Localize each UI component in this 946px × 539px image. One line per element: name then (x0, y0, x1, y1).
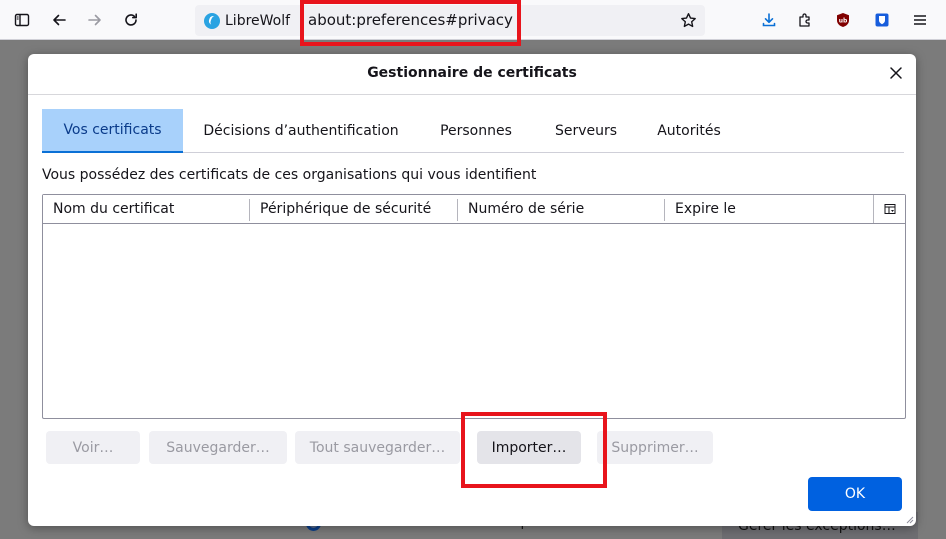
ublock-origin-icon[interactable]: ub (831, 8, 855, 32)
app-menu-icon[interactable] (908, 8, 932, 32)
dialog-title: Gestionnaire de certificats (367, 65, 577, 81)
back-arrow-icon[interactable] (47, 8, 71, 32)
identity-label: LibreWolf (225, 12, 291, 29)
downloads-icon[interactable] (757, 8, 781, 32)
tab-servers[interactable]: Serveurs (542, 109, 630, 153)
column-serial-number[interactable]: Numéro de série (458, 195, 665, 223)
column-picker-button[interactable] (873, 195, 905, 223)
tab-strip: Vos certificats Décisions d’authentifica… (42, 109, 904, 153)
column-certificate-name[interactable]: Nom du certificat (43, 195, 249, 223)
title-divider (28, 94, 916, 95)
forward-arrow-icon[interactable] (83, 8, 107, 32)
tab-people[interactable]: Personnes (426, 109, 526, 153)
certificates-description: Vous possédez des certificats de ces org… (42, 167, 537, 183)
svg-text:ub: ub (839, 18, 848, 25)
certificates-table[interactable]: Nom du certificat Périphérique de sécuri… (42, 194, 906, 419)
tab-your-certificates[interactable]: Vos certificats (42, 109, 183, 153)
delete-button[interactable]: Supprimer… (597, 431, 713, 464)
url-text[interactable]: about:preferences#privacy (308, 11, 513, 29)
identity-box[interactable]: LibreWolf (195, 5, 290, 36)
column-security-device[interactable]: Périphérique de sécurité (250, 195, 457, 223)
resize-grip-icon[interactable] (904, 514, 914, 524)
librewolf-logo-icon (204, 12, 220, 29)
column-expires-on[interactable]: Expire le (665, 195, 873, 223)
reload-icon[interactable] (119, 8, 143, 32)
bookmark-star-icon[interactable] (680, 12, 697, 29)
certificate-manager-dialog: Gestionnaire de certificats Vos certific… (28, 54, 916, 526)
save-button[interactable]: Sauvegarder… (149, 431, 287, 464)
tab-authorities[interactable]: Autorités (644, 109, 734, 153)
save-all-button[interactable]: Tout sauvegarder… (295, 431, 460, 464)
column-picker-icon (884, 204, 895, 214)
bitwarden-icon[interactable] (870, 8, 894, 32)
import-button[interactable]: Importer… (477, 431, 581, 464)
extensions-puzzle-icon[interactable] (793, 8, 817, 32)
close-icon[interactable] (888, 65, 904, 81)
url-bar[interactable]: LibreWolf about:preferences#privacy (195, 5, 705, 36)
ok-button[interactable]: OK (808, 477, 902, 511)
table-header: Nom du certificat Périphérique de sécuri… (43, 195, 905, 224)
sidebar-toggle-icon[interactable] (10, 8, 34, 32)
tab-authentication-decisions[interactable]: Décisions d’authentification (190, 109, 412, 153)
view-button[interactable]: Voir… (46, 431, 140, 464)
browser-toolbar: LibreWolf about:preferences#privacy ub (0, 0, 946, 40)
